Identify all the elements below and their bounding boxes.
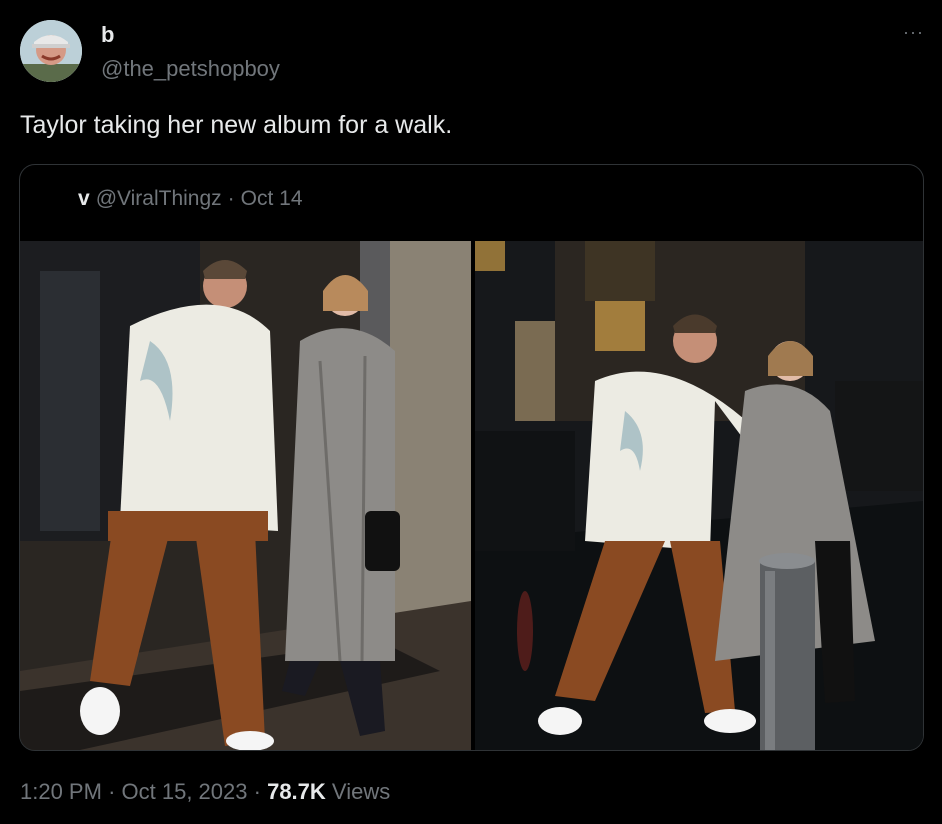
avatar-photo-icon [20, 20, 82, 82]
photo-couple-walking-street-night-icon [475, 241, 923, 750]
quote-date[interactable]: Oct 14 [241, 187, 303, 211]
views-count[interactable]: 78.7K [267, 779, 326, 804]
quote-photo-2[interactable] [475, 241, 923, 750]
tweet-date[interactable]: Oct 15, 2023 [122, 779, 248, 804]
quoted-tweet[interactable]: v @ViralThingz · Oct 14 [19, 164, 924, 751]
photo-couple-walking-indoor-icon [20, 241, 471, 750]
meta-separator: · [108, 779, 116, 804]
meta-separator: · [253, 779, 261, 804]
quote-photo-1[interactable] [20, 241, 471, 750]
tweet-time[interactable]: 1:20 PM [20, 779, 102, 804]
quote-handle[interactable]: @ViralThingz [96, 187, 222, 211]
more-options-icon[interactable]: ··· [903, 22, 924, 43]
author-handle[interactable]: @the_petshopboy [101, 56, 280, 82]
quote-author-name[interactable]: v [78, 187, 90, 211]
author-display-name[interactable]: b [101, 22, 114, 48]
quote-separator: · [227, 187, 235, 210]
tweet-meta: 1:20 PM · Oct 15, 2023 · 78.7K Views [20, 779, 390, 805]
tweet-text: Taylor taking her new album for a walk. [20, 111, 453, 139]
quote-header: v @ViralThingz · Oct 14 [78, 187, 303, 211]
views-label: Views [331, 779, 391, 804]
avatar[interactable] [20, 20, 82, 82]
